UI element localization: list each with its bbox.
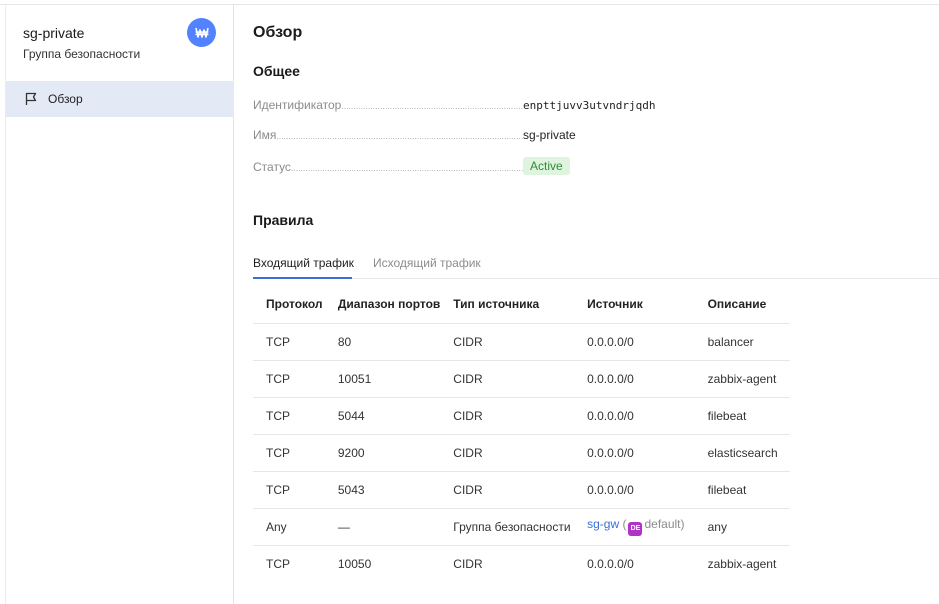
resource-type: Группа безопасности xyxy=(23,47,141,61)
table-cell: filebeat xyxy=(694,471,790,509)
traffic-tabs: Входящий трафик Исходящий трафик xyxy=(253,249,939,279)
name-label: Имя xyxy=(253,128,523,142)
table-cell: zabbix-agent xyxy=(694,360,790,398)
table-cell: 0.0.0.0/0 xyxy=(574,323,695,361)
table-cell: filebeat xyxy=(694,397,790,435)
active-tab-indicator xyxy=(253,277,352,279)
status-badge: Active xyxy=(523,157,570,175)
tab-egress[interactable]: Исходящий трафик xyxy=(373,256,481,270)
table-cell: TCP xyxy=(253,434,325,472)
table-row: Any — Группа безопасности sg-gw (DE defau… xyxy=(253,508,790,546)
name-row: Имя sg-private xyxy=(253,125,673,145)
table-cell: 5043 xyxy=(324,471,441,509)
id-label: Идентификатор xyxy=(253,98,523,112)
table-cell: CIDR xyxy=(440,397,575,435)
general-section-title: Общее xyxy=(253,63,300,79)
column-header: Протокол xyxy=(253,286,325,324)
status-row: Статус Active xyxy=(253,157,673,177)
folder-badge-icon: DE xyxy=(628,522,643,536)
table-cell: CIDR xyxy=(440,471,575,509)
table-row: TCP 10050 CIDR 0.0.0.0/0 zabbix-agent xyxy=(253,545,790,582)
table-cell: Группа безопасности xyxy=(440,508,575,546)
rules-section-title: Правила xyxy=(253,212,314,228)
table-cell: CIDR xyxy=(453,556,483,571)
table-cell: 0.0.0.0/0 xyxy=(574,360,695,398)
table-row: TCP 5044 CIDR 0.0.0.0/0 filebeat xyxy=(253,397,790,435)
rules-table: Протокол Диапазон портов Тип источника И… xyxy=(253,286,790,582)
table-cell: 0.0.0.0/0 xyxy=(574,471,695,509)
page-title: Обзор xyxy=(253,24,303,41)
sidebar-header: sg-private Группа безопасности xyxy=(6,5,233,81)
table-cell: 9200 xyxy=(324,434,441,472)
table-row: TCP 10051 CIDR 0.0.0.0/0 zabbix-agent xyxy=(253,360,790,398)
security-group-glyph xyxy=(194,27,209,38)
table-header-row: Протокол Диапазон портов Тип источника И… xyxy=(253,286,790,324)
column-header: Диапазон портов xyxy=(324,286,441,324)
sidebar-item-overview[interactable]: Обзор xyxy=(6,81,234,117)
table-cell: CIDR xyxy=(440,434,575,472)
table-cell: CIDR xyxy=(440,323,575,361)
table-cell: 80 xyxy=(324,323,441,361)
table-cell: zabbix-agent xyxy=(707,556,777,571)
table-cell: Any xyxy=(253,508,325,546)
table-row: TCP 5043 CIDR 0.0.0.0/0 filebeat xyxy=(253,471,790,509)
table-cell: TCP xyxy=(266,556,290,571)
table-cell: CIDR xyxy=(440,360,575,398)
table-cell: 5044 xyxy=(324,397,441,435)
table-cell: balancer xyxy=(694,323,790,361)
paren-open: ( xyxy=(622,517,627,531)
sidebar: sg-private Группа безопасности Обзор xyxy=(5,5,234,604)
security-group-icon xyxy=(187,18,216,47)
table-row: TCP 9200 CIDR 0.0.0.0/0 elasticsearch xyxy=(253,434,790,472)
table-cell: elasticsearch xyxy=(694,434,790,472)
table-cell-source: sg-gw (DE default) xyxy=(574,508,695,546)
resource-title: sg-private xyxy=(23,25,85,41)
table-cell: TCP xyxy=(253,397,325,435)
table-cell: — xyxy=(324,508,441,546)
column-header: Тип источника xyxy=(440,286,575,324)
paren-close: ) xyxy=(680,517,685,531)
id-value: enpttjuvv3utvndrjqdh xyxy=(523,99,656,112)
name-value: sg-private xyxy=(523,128,576,142)
table-cell: 0.0.0.0/0 xyxy=(574,434,695,472)
column-header: Источник xyxy=(574,286,695,324)
column-header: Описание xyxy=(694,286,790,324)
table-cell: 10050 xyxy=(337,556,372,571)
table-cell: TCP xyxy=(253,323,325,361)
source-sg-link[interactable]: sg-gw xyxy=(587,517,619,531)
tab-ingress[interactable]: Входящий трафик xyxy=(253,256,354,270)
table-row: TCP 80 CIDR 0.0.0.0/0 balancer xyxy=(253,323,790,361)
folder-name: default xyxy=(644,517,681,531)
table-cell: 0.0.0.0/0 xyxy=(574,397,695,435)
table-cell: 0.0.0.0/0 xyxy=(587,556,634,571)
flag-icon xyxy=(25,92,37,105)
status-label: Статус xyxy=(253,160,523,174)
sidebar-item-label: Обзор xyxy=(48,92,83,106)
table-cell: TCP xyxy=(253,360,325,398)
table-cell: TCP xyxy=(253,471,325,509)
id-row: Идентификатор enpttjuvv3utvndrjqdh xyxy=(253,95,673,115)
table-cell: 10051 xyxy=(324,360,441,398)
table-cell: any xyxy=(694,508,790,546)
